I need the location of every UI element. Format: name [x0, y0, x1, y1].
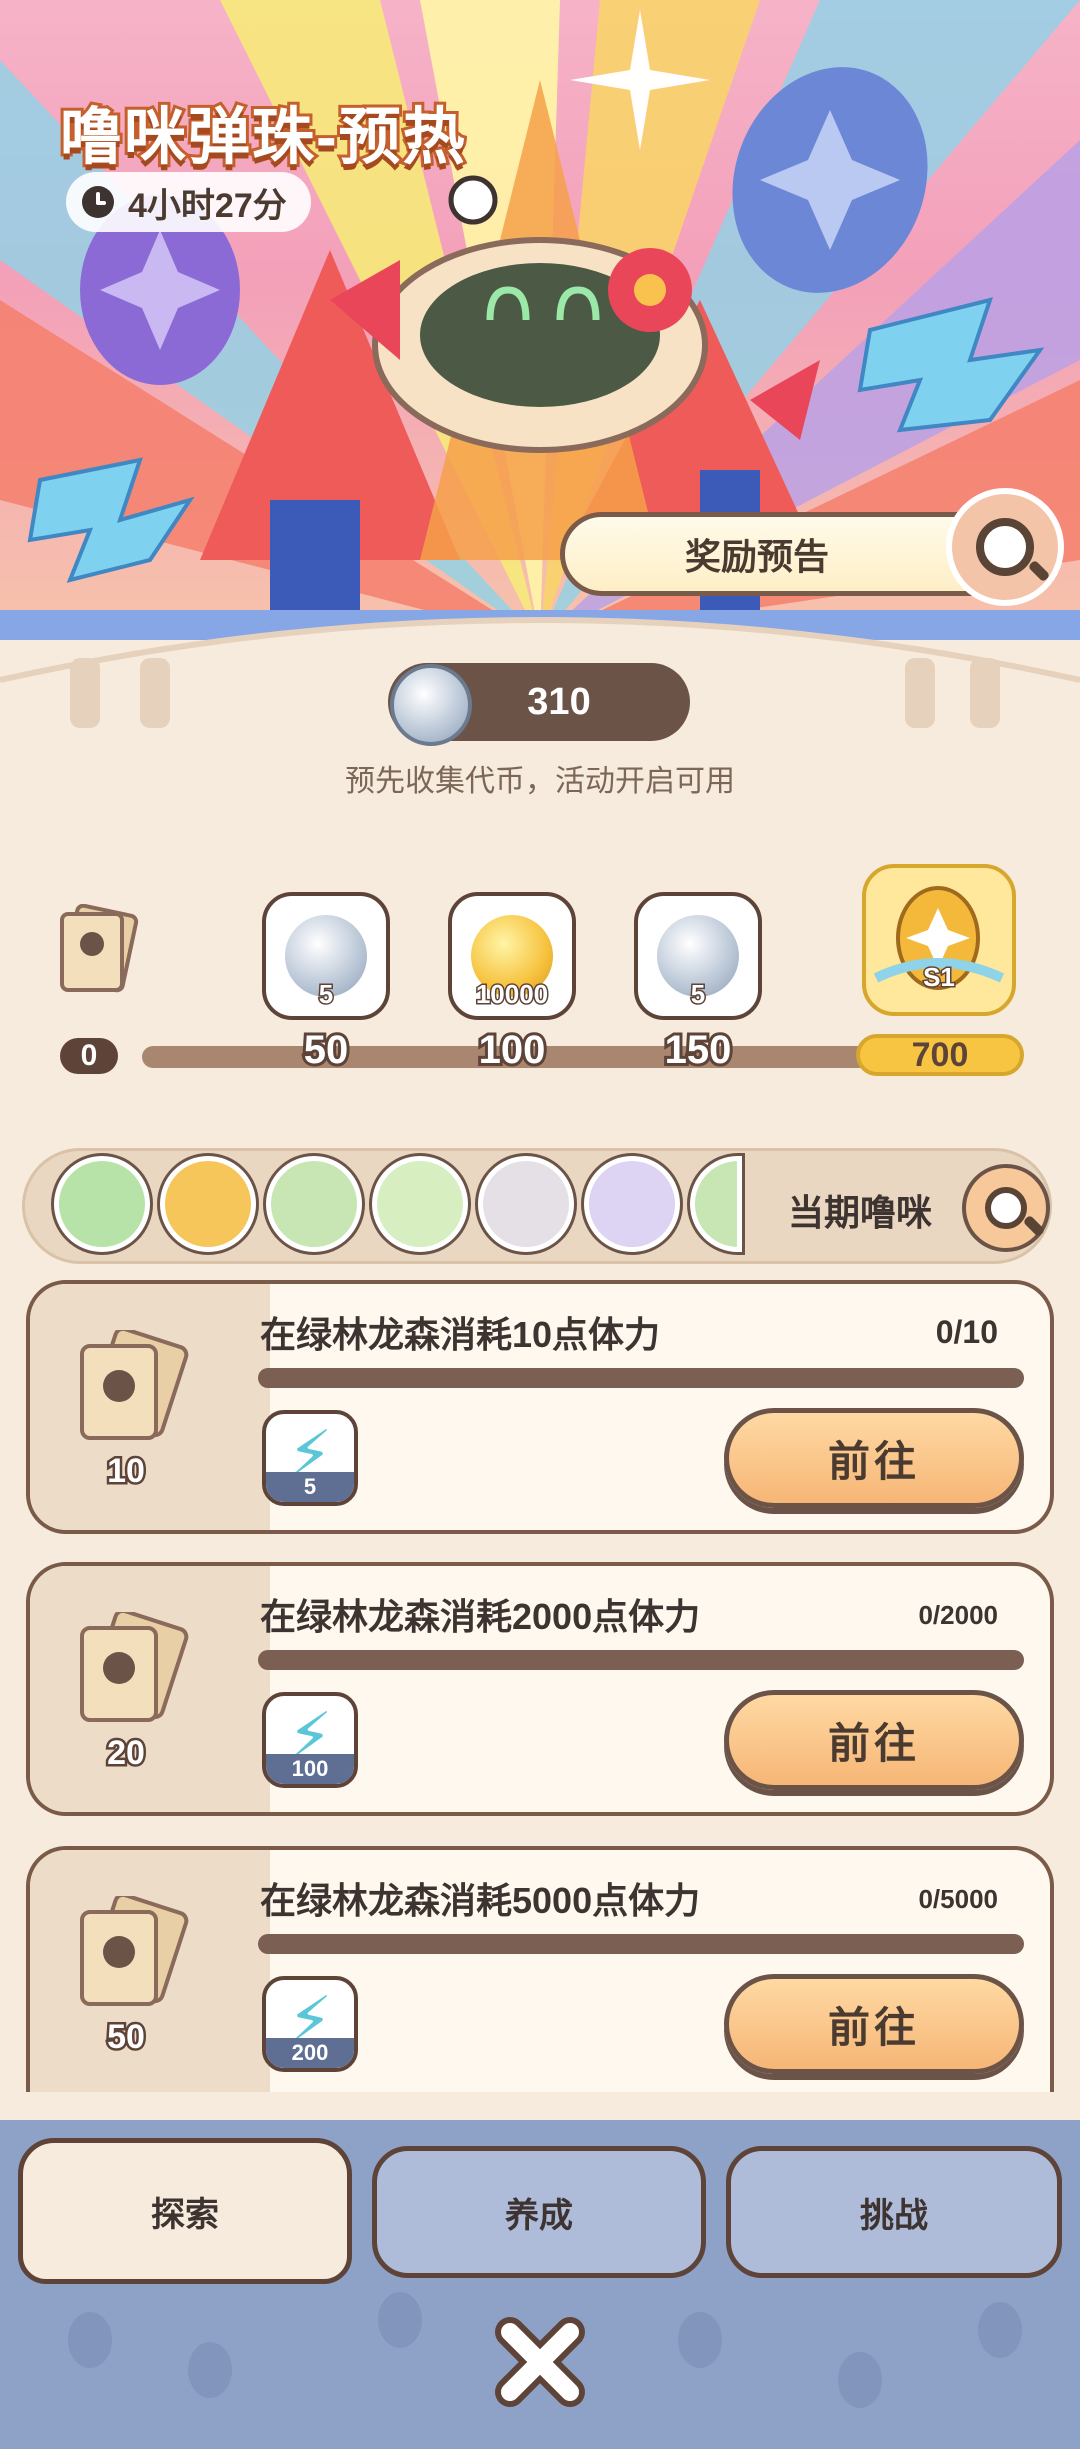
milestone-reward-150[interactable]: 5 [634, 892, 762, 1020]
milestone-reward-700[interactable]: S1 [862, 864, 1016, 1016]
milestone-start: 0 [60, 1038, 118, 1074]
close-icon [495, 2317, 585, 2407]
task-progress: 0/5000 [918, 1884, 998, 1914]
reward-preview-search-icon[interactable] [946, 488, 1064, 606]
go-button[interactable]: 前往 [724, 1974, 1024, 2074]
clock-icon [82, 186, 114, 218]
energy-qty: 100 [266, 1754, 354, 1784]
milestone-reward-50[interactable]: 5 [262, 892, 390, 1020]
reward-preview-label: 奖励预告 [685, 536, 830, 577]
magnifier-icon [985, 1187, 1027, 1229]
green-fox-icon[interactable] [372, 1156, 468, 1252]
silver-coin-icon [390, 664, 472, 746]
current-pets-search-button[interactable] [962, 1164, 1050, 1252]
task-progress-bar [258, 1368, 1024, 1388]
task-card: 10 在绿林龙森消耗10点体力 0/10 ⚡ 5 前往 [26, 1280, 1054, 1534]
milestone-reward-100[interactable]: 10000 [448, 892, 576, 1020]
ticket-reward-qty: 50 [105, 2016, 148, 2059]
energy-reward: ⚡ 5 [262, 1410, 358, 1506]
green-bear-icon[interactable] [54, 1156, 150, 1252]
current-pets-label: 当期噜咪 [788, 1192, 933, 1233]
task-card: 50 在绿林龙森消耗5000点体力 0/5000 ⚡ 200 前往 [26, 1846, 1054, 2092]
countdown-text: 4小时27分 [128, 186, 287, 225]
task-title: 在绿林龙森消耗5000点体力 [260, 1880, 701, 1921]
tab-challenge[interactable]: 挑战 [726, 2146, 1062, 2278]
go-button[interactable]: 前往 [724, 1408, 1024, 1508]
milestone-threshold: 700 [856, 1034, 1024, 1076]
ticket-icon [80, 1330, 189, 1440]
panda-cat-icon[interactable] [478, 1156, 574, 1252]
milestone-threshold: 100 [476, 1025, 549, 1075]
tab-label: 挑战 [860, 2196, 928, 2235]
token-amount: 310 [527, 680, 591, 723]
go-button[interactable]: 前往 [724, 1690, 1024, 1790]
magnifier-icon [976, 518, 1034, 576]
ticket-icon [80, 1896, 189, 2006]
task-progress-bar [258, 1650, 1024, 1670]
task-title: 在绿林龙森消耗10点体力 [260, 1314, 661, 1355]
green-dragon-icon[interactable] [266, 1156, 362, 1252]
ticket-icon [80, 1612, 189, 1722]
energy-qty: 5 [266, 1472, 354, 1502]
ticket-icon [60, 904, 139, 993]
tab-label: 探索 [151, 2195, 219, 2234]
purple-sheep-icon[interactable] [584, 1156, 680, 1252]
energy-reward: ⚡ 200 [262, 1976, 358, 2072]
ticket-reward-qty: 20 [105, 1732, 148, 1775]
tab-explore[interactable]: 探索 [18, 2138, 352, 2284]
reward-qty: 10000 [474, 978, 549, 1011]
task-title: 在绿林龙森消耗2000点体力 [260, 1596, 701, 1637]
energy-reward: ⚡ 100 [262, 1692, 358, 1788]
close-button[interactable] [488, 2310, 592, 2414]
reward-qty: S1 [922, 961, 957, 994]
task-progress: 0/2000 [918, 1600, 998, 1630]
orange-beast-icon[interactable] [160, 1156, 256, 1252]
task-progress-bar [258, 1934, 1024, 1954]
tab-label: 养成 [505, 2196, 573, 2235]
event-title: 噜咪弹珠-预热 [57, 100, 468, 175]
reward-qty: 5 [689, 978, 706, 1011]
task-progress: 0/10 [935, 1314, 998, 1350]
countdown-timer: 4小时27分 [66, 172, 311, 232]
ticket-reward-qty: 10 [105, 1450, 148, 1493]
token-hint: 预先收集代币，活动开启可用 [345, 765, 735, 798]
milestone-threshold: 50 [301, 1025, 352, 1075]
energy-qty: 200 [266, 2038, 354, 2068]
task-card: 20 在绿林龙森消耗2000点体力 0/2000 ⚡ 100 前往 [26, 1562, 1054, 1816]
tab-nurture[interactable]: 养成 [372, 2146, 706, 2278]
milestone-threshold: 150 [662, 1025, 735, 1075]
reward-qty: 5 [317, 978, 334, 1011]
